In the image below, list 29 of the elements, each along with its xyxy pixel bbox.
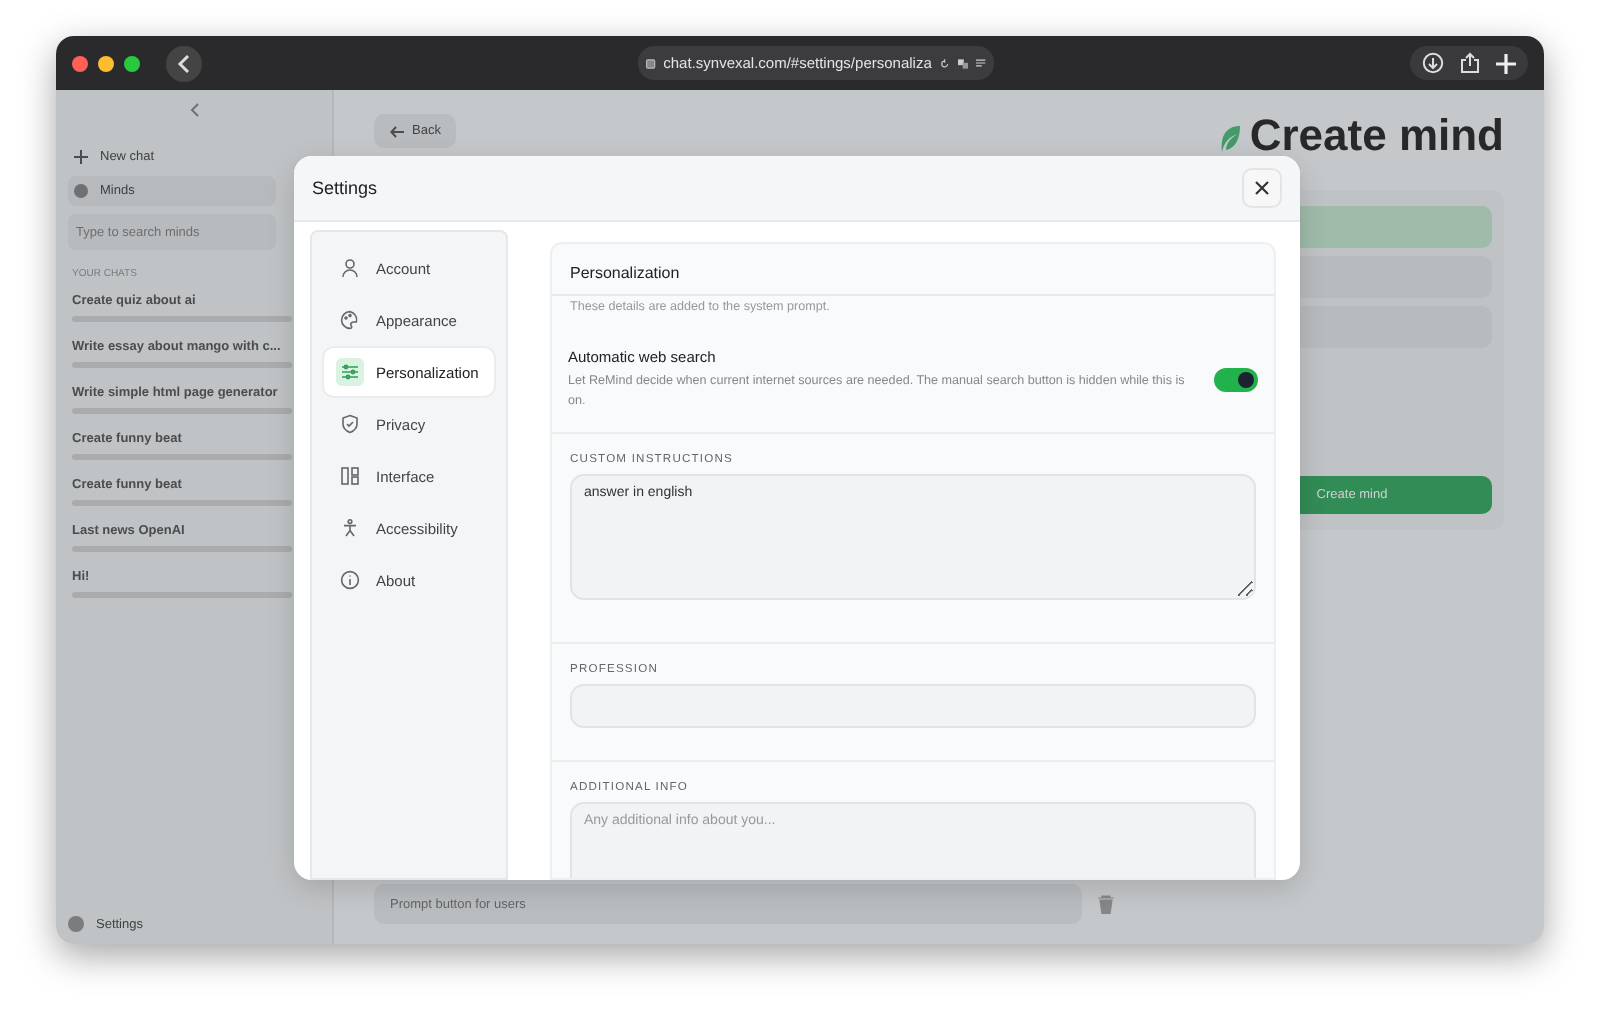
arrow-left-icon xyxy=(390,125,404,137)
sliders-icon xyxy=(340,362,360,382)
share-icon[interactable] xyxy=(1460,52,1480,74)
page-heading: Create mind xyxy=(1249,110,1504,162)
translate-icon[interactable] xyxy=(957,55,969,71)
maximize-window-icon[interactable] xyxy=(124,55,140,71)
reload-icon[interactable] xyxy=(939,55,950,71)
palette-icon xyxy=(340,310,360,330)
info-icon xyxy=(340,570,360,590)
close-button[interactable] xyxy=(1242,168,1282,208)
close-window-icon[interactable] xyxy=(72,55,88,71)
dialog-title: Settings xyxy=(312,178,378,198)
shield-icon xyxy=(340,414,360,434)
reader-icon[interactable] xyxy=(976,56,986,70)
chevron-left-icon xyxy=(176,53,192,73)
new-tab-icon[interactable] xyxy=(1496,53,1516,73)
close-icon xyxy=(1254,180,1270,196)
section-heading: Personalization xyxy=(570,264,682,282)
back-button[interactable] xyxy=(166,45,202,81)
plus-icon xyxy=(74,150,88,164)
minimize-window-icon[interactable] xyxy=(98,55,114,71)
toggle-switch[interactable] xyxy=(1214,367,1258,392)
page-icon xyxy=(646,55,656,71)
person-icon xyxy=(340,258,360,278)
leaf-icon xyxy=(1217,123,1244,153)
accessibility-icon xyxy=(340,518,360,538)
layout-icon xyxy=(340,466,360,486)
collapse-icon[interactable] xyxy=(188,102,200,118)
download-icon[interactable] xyxy=(1422,52,1444,74)
